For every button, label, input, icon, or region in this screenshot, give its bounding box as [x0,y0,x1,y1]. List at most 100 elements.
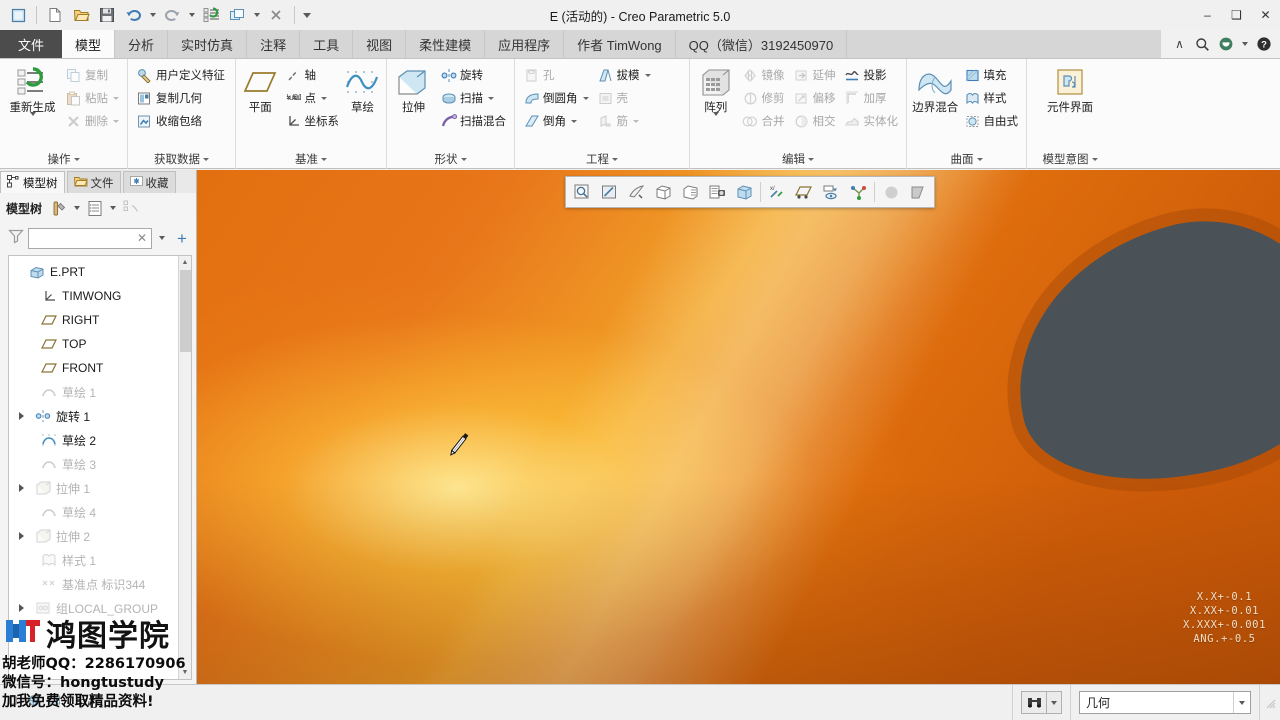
datum-point-caret-icon[interactable] [321,96,328,100]
project-button[interactable]: 投影 [841,64,902,86]
view-manager-icon[interactable] [731,179,757,205]
tree-item-extrude-2[interactable]: 拉伸 2 [9,524,191,548]
delete-button[interactable]: 删除 [62,110,122,132]
find-button[interactable] [1021,691,1047,714]
hole-button[interactable]: 孔 [520,64,592,86]
tab-contact-qq[interactable]: QQ（微信）3192450970 [676,30,848,58]
sweep-button[interactable]: 扫描 [437,87,509,109]
navigator-tab-favorites[interactable]: 收藏 [122,171,176,193]
undo-icon[interactable] [121,3,145,27]
boundary-blend-button[interactable]: 边界混合 [912,63,959,115]
tree-item-sketch-2[interactable]: 草绘 2 [9,428,191,452]
redo-icon[interactable] [160,3,184,27]
editing-group-label[interactable]: 编辑 [695,149,901,169]
saved-view-icon[interactable] [704,179,730,205]
draft-caret-icon[interactable] [644,73,651,77]
intersect-button[interactable]: 相交 [790,110,839,132]
rib-caret-icon[interactable] [633,119,639,123]
tree-filter-toggle-icon[interactable] [121,198,141,218]
save-icon[interactable] [95,3,119,27]
operations-group-label[interactable]: 操作 [5,149,122,169]
tree-item-local-group[interactable]: 组LOCAL_GROUP [9,596,191,620]
datum-point-button[interactable]: \u00d7\u00d7 点 [282,87,343,109]
delete-caret-icon[interactable] [113,119,119,123]
revolve-button[interactable]: 旋转 [437,64,509,86]
tab-flexible-modeling[interactable]: 柔性建模 [406,30,486,58]
navigator-tab-folders[interactable]: 文件 [66,171,121,193]
display-style-icon[interactable] [677,179,703,205]
regenerate-caret-icon[interactable] [29,112,36,134]
repaint-icon[interactable] [596,179,622,205]
tree-item-revolve-1[interactable]: 旋转 1 [9,404,191,428]
tree-item-extrude-1[interactable]: 拉伸 1 [9,476,191,500]
component-interface-button[interactable]: 元件界面 [1037,63,1103,115]
tab-file[interactable]: 文件 [0,30,63,58]
tree-item-sketch-3[interactable]: 草绘 3 [9,452,191,476]
annotation-display-icon[interactable] [791,179,817,205]
filter-history-caret-icon[interactable] [156,228,168,248]
pattern-caret-icon[interactable] [712,112,719,134]
swept-blend-button[interactable]: 扫描混合 [437,110,509,132]
add-filter-icon[interactable]: + [172,228,192,248]
freestyle-button[interactable]: 自由式 [961,110,1022,132]
extend-button[interactable]: 延伸 [790,64,839,86]
tree-twisty[interactable] [15,412,27,420]
spin-center-toggle-icon[interactable] [818,179,844,205]
merge-button[interactable]: 合并 [739,110,788,132]
rib-button[interactable]: 筋 [594,110,654,132]
resize-grip[interactable] [1264,696,1278,710]
sweep-caret-icon[interactable] [488,96,494,100]
navigator-tab-model-tree[interactable]: 模型树 [0,171,65,193]
search-icon[interactable] [1194,36,1211,53]
status-window-icon[interactable] [48,693,65,712]
shade-toggle-icon[interactable] [878,179,904,205]
point-display-icon[interactable] [845,179,871,205]
draft-button[interactable]: 拔模 [594,64,654,86]
open-file-icon[interactable] [69,3,93,27]
tree-item-front-plane[interactable]: FRONT [9,356,191,380]
tree-item-right-plane[interactable]: RIGHT [9,308,191,332]
model-tree-scrollbar[interactable]: ▲ ▼ [178,256,191,679]
tab-model[interactable]: 模型 [62,30,116,58]
tab-live-sim[interactable]: 实时仿真 [168,30,248,58]
shapes-group-label[interactable]: 形状 [392,149,509,169]
tab-applications[interactable]: 应用程序 [485,30,565,58]
selection-filter-caret-icon[interactable] [1233,692,1250,713]
status-select-icon[interactable] [6,693,21,713]
close-window-icon[interactable] [264,3,288,27]
get-data-group-label[interactable]: 获取数据 [133,149,230,169]
tree-item-sketch-1[interactable]: 草绘 1 [9,380,191,404]
mirror-button[interactable]: 镜像 [739,64,788,86]
copy-button[interactable]: 复制 [62,64,122,86]
tab-author[interactable]: 作者 TimWong [564,30,676,58]
collapse-ribbon-icon[interactable]: ∧ [1171,36,1188,53]
account-icon[interactable] [1217,36,1234,53]
tree-item-datum-point[interactable]: 基准点 标识344 [9,572,191,596]
chamfer-button[interactable]: 倒角 [520,110,592,132]
model-tree-search-input[interactable]: ✕ [28,227,152,249]
paste-button[interactable]: 粘贴 [62,87,122,109]
tab-tools[interactable]: 工具 [300,30,354,58]
coordinate-system-button[interactable]: 坐标系 [282,110,343,132]
style-button[interactable]: 样式 [961,87,1022,109]
clear-filter-icon[interactable]: ✕ [137,231,147,245]
tab-view[interactable]: 视图 [353,30,407,58]
maximize-button[interactable]: ❑ [1222,0,1251,30]
status-globe-icon[interactable] [27,693,42,713]
tree-item-style-1[interactable]: 样式 1 [9,548,191,572]
selection-filter-select[interactable]: 几何 [1079,691,1251,714]
model-intent-group-label[interactable]: 模型意图 [1032,149,1108,169]
model-tree[interactable]: E.PRT TIMWONG RIGHT TOP FRONT 草绘 1 旋转 1 … [8,255,192,680]
chamfer-caret-icon[interactable] [571,119,577,123]
datum-display-icon[interactable]: x/ [764,179,790,205]
find-caret-button[interactable] [1047,691,1062,714]
app-icon[interactable] [6,3,30,27]
spin-center-icon[interactable] [623,179,649,205]
window-switch-icon[interactable] [225,3,249,27]
tree-item-top-plane[interactable]: TOP [9,332,191,356]
scroll-up-icon[interactable]: ▲ [179,256,191,269]
customize-qat-icon[interactable] [301,3,312,27]
regenerate-icon[interactable] [199,3,223,27]
trim-button[interactable]: 修剪 [739,87,788,109]
thicken-button[interactable]: 加厚 [841,87,902,109]
